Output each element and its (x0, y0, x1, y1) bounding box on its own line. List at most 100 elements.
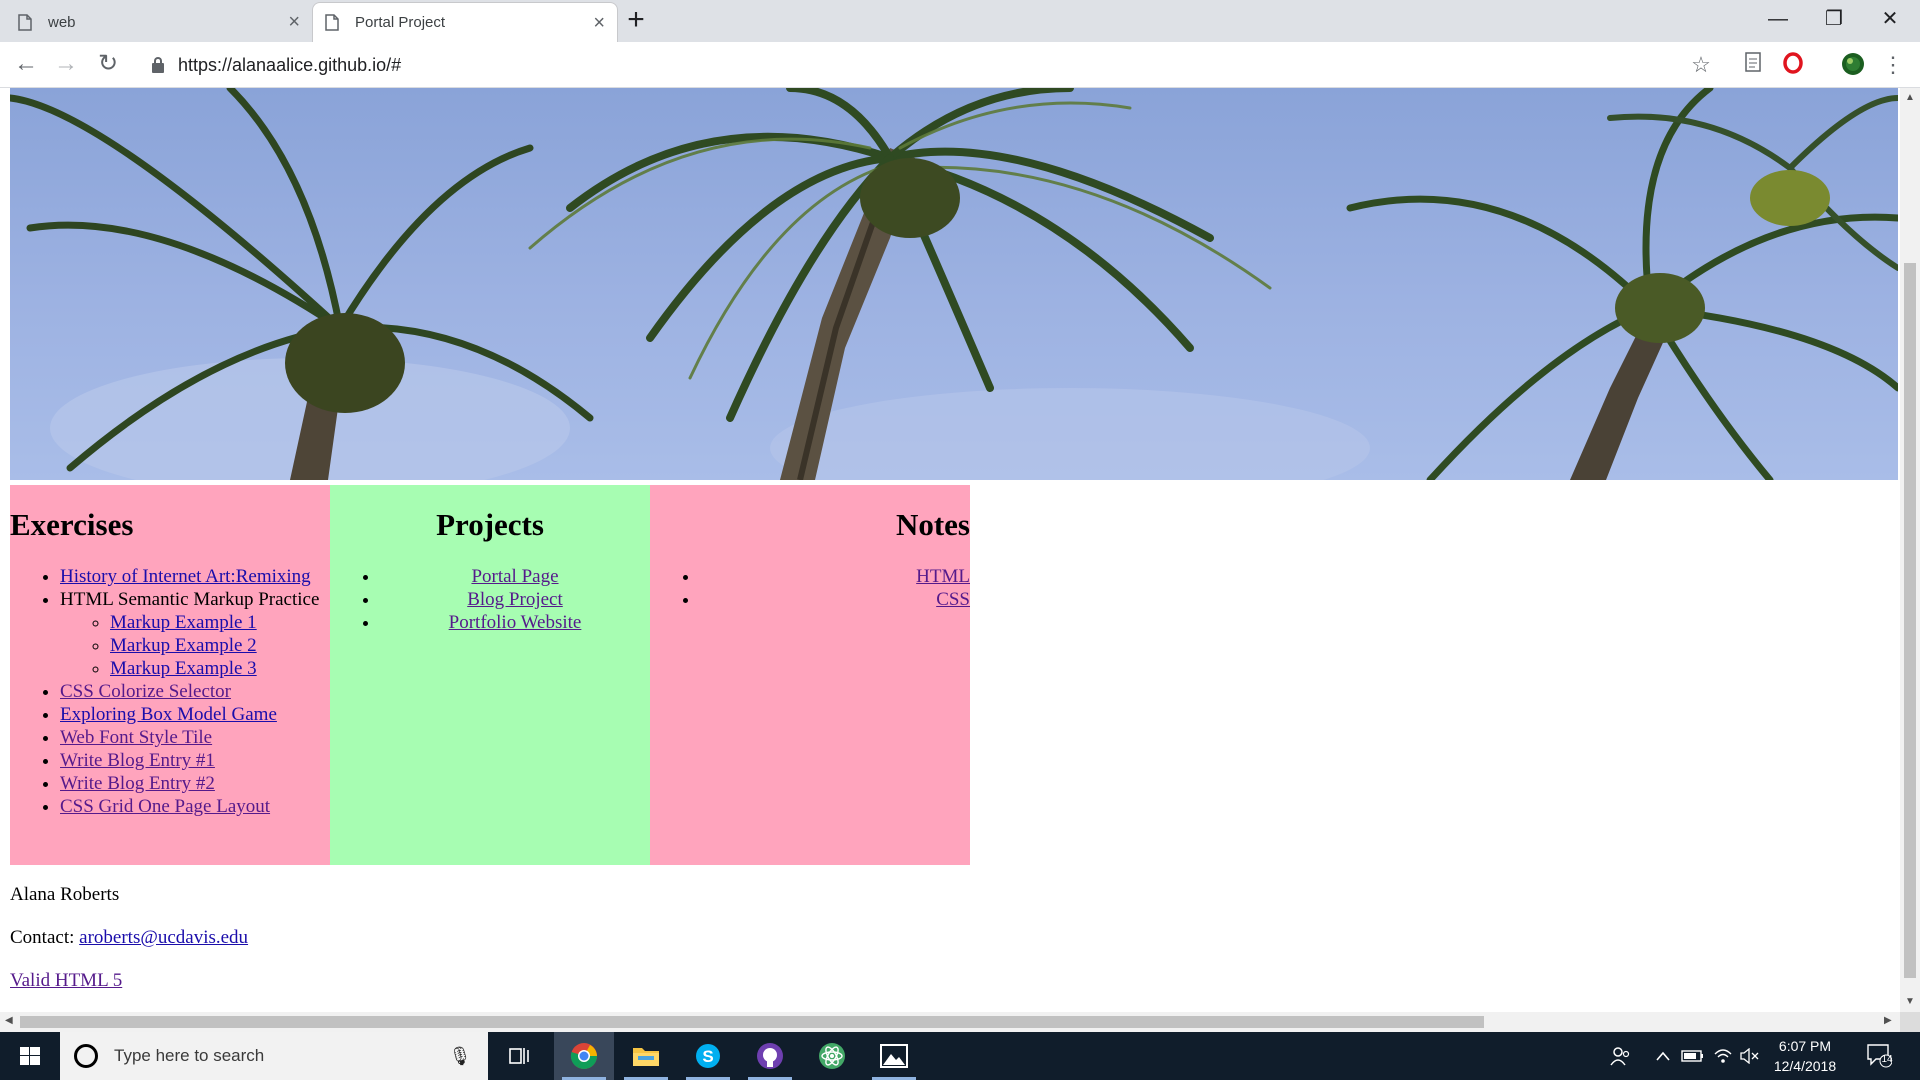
skype-icon[interactable]: S (678, 1032, 738, 1080)
scroll-up-arrow-icon[interactable]: ▲ (1905, 92, 1915, 103)
css-grid-layout-link[interactable]: CSS Grid One Page Layout (60, 796, 270, 817)
blog-entry-2-link[interactable]: Write Blog Entry #2 (60, 773, 215, 794)
opera-icon[interactable] (1780, 52, 1806, 78)
scroll-left-arrow-icon[interactable]: ◀ (5, 1015, 13, 1026)
page-viewport: Exercises History of Internet Art:Remixi… (0, 88, 1900, 1012)
tab-portal-project[interactable]: Portal Project × (312, 2, 618, 42)
notes-list: HTML CSS (650, 565, 970, 611)
contact-label: Contact: (10, 927, 75, 948)
list-item: Blog Project (380, 588, 650, 611)
list-item: Markup Example 2 (110, 634, 330, 657)
sections-grid: Exercises History of Internet Art:Remixi… (10, 485, 970, 865)
task-view-icon[interactable] (490, 1032, 550, 1080)
markup-examples-list: Markup Example 1 Markup Example 2 Markup… (60, 611, 330, 680)
battery-icon[interactable] (1678, 1032, 1708, 1080)
scroll-right-arrow-icon[interactable]: ▶ (1884, 1015, 1892, 1026)
box-model-game-link[interactable]: Exploring Box Model Game (60, 704, 277, 725)
reload-button[interactable]: ↻ (90, 48, 126, 82)
portal-page-link[interactable]: Portal Page (471, 566, 558, 587)
profile-icon[interactable] (1840, 52, 1866, 78)
address-bar[interactable]: https://alanaalice.github.io/# (140, 48, 1698, 82)
atom-icon[interactable] (802, 1032, 862, 1080)
file-explorer-icon[interactable] (616, 1032, 676, 1080)
email-link[interactable]: aroberts@ucdavis.edu (79, 927, 248, 948)
cortana-icon (74, 1044, 98, 1068)
new-tab-button[interactable]: + (620, 5, 652, 37)
css-colorize-link[interactable]: CSS Colorize Selector (60, 681, 231, 702)
semantic-markup-label: HTML Semantic Markup Practice (60, 589, 320, 610)
contact-line: Contact: aroberts@ucdavis.edu (10, 926, 248, 949)
vertical-scroll-thumb[interactable] (1904, 263, 1916, 978)
web-font-style-tile-link[interactable]: Web Font Style Tile (60, 727, 212, 748)
maximize-button[interactable]: ❐ (1806, 0, 1862, 40)
list-item: History of Internet Art:Remixing (60, 565, 330, 588)
start-button[interactable] (0, 1032, 60, 1080)
back-button[interactable]: ← (8, 48, 44, 82)
notifications-icon[interactable]: 14 (1866, 1042, 1896, 1070)
people-icon[interactable] (1602, 1032, 1638, 1080)
microphone-icon[interactable]: 🎙 (446, 1046, 474, 1067)
css-notes-link[interactable]: CSS (936, 589, 970, 610)
list-item: CSS Grid One Page Layout (60, 795, 330, 818)
list-item: Markup Example 1 (110, 611, 330, 634)
projects-list: Portal Page Blog Project Portfolio Websi… (330, 565, 650, 634)
close-tab-icon[interactable]: × (593, 13, 605, 33)
list-item: Web Font Style Tile (60, 726, 330, 749)
notification-count: 14 (1881, 1054, 1893, 1065)
tab-title: Portal Project (355, 14, 446, 31)
horizontal-scrollbar[interactable]: ◀ ▶ (0, 1012, 1900, 1032)
reader-icon[interactable] (1740, 52, 1766, 78)
page-footer: Alana Roberts Contact: aroberts@ucdavis.… (10, 883, 248, 1012)
list-item: CSS Colorize Selector (60, 680, 330, 703)
vertical-scrollbar[interactable]: ▲ ▼ (1900, 88, 1920, 1012)
scroll-down-arrow-icon[interactable]: ▼ (1905, 996, 1915, 1007)
author-name: Alana Roberts (10, 884, 120, 905)
star-icon[interactable]: ☆ (1688, 52, 1714, 78)
valid-html5-link[interactable]: Valid HTML 5 (10, 970, 122, 991)
volume-muted-icon[interactable] (1738, 1032, 1760, 1080)
close-window-button[interactable]: ✕ (1862, 0, 1918, 40)
list-item: Write Blog Entry #1 (60, 749, 330, 772)
list-item: Markup Example 3 (110, 657, 330, 680)
github-icon[interactable] (740, 1032, 800, 1080)
wifi-icon[interactable] (1710, 1032, 1736, 1080)
list-item: Portal Page (380, 565, 650, 588)
validation-line: Valid HTML 5 (10, 969, 248, 992)
portfolio-website-link[interactable]: Portfolio Website (449, 612, 582, 633)
html-notes-link[interactable]: HTML (916, 566, 970, 587)
windows-logo-icon (20, 1047, 40, 1065)
system-clock[interactable]: 6:07 PM 12/4/2018 (1760, 1036, 1850, 1076)
clock-time: 6:07 PM (1778, 1038, 1832, 1054)
list-item: CSS (700, 588, 970, 611)
page-icon (18, 13, 32, 31)
chevron-up-icon[interactable] (1650, 1032, 1676, 1080)
projects-section: Projects Portal Page Blog Project Portfo… (330, 485, 650, 865)
windows-taskbar: Type here to search 🎙 S 6:07 PM 12/4/201… (0, 1032, 1920, 1080)
markup-example-1-link[interactable]: Markup Example 1 (110, 612, 257, 633)
photos-icon[interactable] (864, 1032, 924, 1080)
list-item: HTML Semantic Markup Practice Markup Exa… (60, 588, 330, 680)
exercises-list: History of Internet Art:Remixing HTML Se… (10, 565, 330, 818)
exercises-section: Exercises History of Internet Art:Remixi… (10, 485, 330, 865)
palm-trees-banner (10, 88, 1898, 480)
minimize-button[interactable]: — (1750, 0, 1806, 40)
palm-trees-image (10, 88, 1898, 480)
menu-icon[interactable]: ⋮ (1880, 52, 1906, 78)
exercises-heading: Exercises (10, 507, 134, 542)
forward-button[interactable]: → (48, 48, 84, 82)
browser-toolbar: ← → ↻ https://alanaalice.github.io/# ☆ ⋮ (0, 42, 1920, 88)
markup-example-3-link[interactable]: Markup Example 3 (110, 658, 257, 679)
url-text: https://alanaalice.github.io/# (178, 54, 402, 75)
notes-section: Notes HTML CSS (650, 485, 970, 865)
chrome-icon[interactable] (554, 1032, 614, 1080)
taskbar-search-box[interactable]: Type here to search 🎙 (60, 1032, 488, 1080)
markup-example-2-link[interactable]: Markup Example 2 (110, 635, 257, 656)
svg-text:S: S (702, 1047, 713, 1066)
history-internet-art-link[interactable]: History of Internet Art:Remixing (60, 566, 311, 587)
tab-web[interactable]: web × (6, 2, 312, 42)
lock-icon (152, 57, 164, 73)
close-tab-icon[interactable]: × (288, 12, 300, 32)
blog-project-link[interactable]: Blog Project (467, 589, 563, 610)
blog-entry-1-link[interactable]: Write Blog Entry #1 (60, 750, 215, 771)
horizontal-scroll-thumb[interactable] (20, 1016, 1484, 1028)
